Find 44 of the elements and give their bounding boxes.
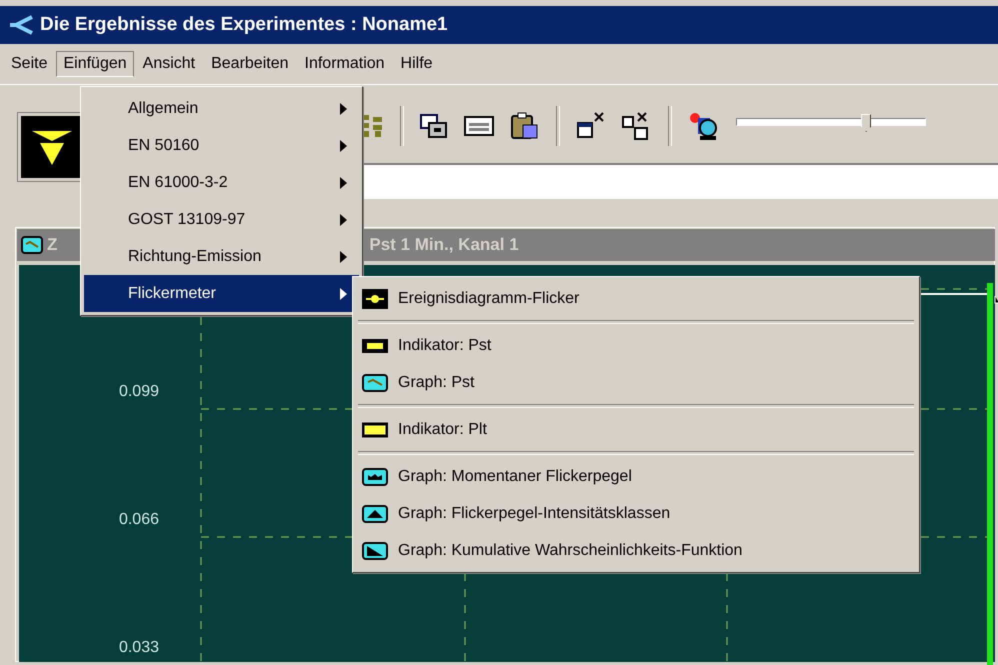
submenu-arrow-icon: [340, 214, 347, 226]
event-diagram-icon: [362, 288, 388, 308]
child-window-title: Pst 1 Min., Kanal 1: [369, 235, 519, 255]
menu-item[interactable]: Flickermeter: [84, 275, 359, 312]
window-icon[interactable]: [464, 115, 494, 137]
menu-item[interactable]: Ansicht: [136, 51, 202, 77]
menu-item[interactable]: Indikator: Pst: [356, 327, 916, 364]
menu-item[interactable]: Bearbeiten: [204, 51, 296, 77]
axis-label: 0.066: [118, 511, 159, 529]
graph-icon: [362, 504, 388, 524]
submenu-arrow-icon: [340, 140, 347, 152]
submenu-arrow-icon: [340, 288, 347, 300]
paste-icon[interactable]: [510, 111, 540, 141]
menu-item[interactable]: EN 50160: [84, 127, 359, 164]
menu-item[interactable]: Seite: [4, 51, 54, 77]
menu-item[interactable]: Hilfe: [394, 51, 440, 77]
menu-item[interactable]: Information: [298, 51, 392, 77]
windows-icon[interactable]: [420, 112, 448, 140]
app-logo-icon: [8, 14, 34, 36]
graph-icon: [362, 466, 388, 486]
indicator-icon: [362, 420, 388, 440]
graph-icon: [21, 236, 43, 254]
menu-item[interactable]: Graph: Momentaner Flickerpegel: [356, 458, 916, 495]
window-title: Die Ergebnisse des Experimentes : Noname1: [40, 14, 448, 36]
submenu-arrow-icon: [340, 102, 347, 114]
menu-item[interactable]: Allgemein: [84, 90, 359, 127]
child-window-title: Z: [47, 235, 58, 255]
submenu-arrow-icon: [340, 176, 347, 188]
menu-item[interactable]: Indikator: Plt: [356, 411, 916, 448]
submenu-arrow-icon: [340, 250, 347, 262]
menu-item[interactable]: Graph: Flickerpegel-Intensitätsklassen: [356, 495, 916, 532]
axis-label: 0.099: [118, 383, 159, 401]
menu-item[interactable]: EN 61000-3-2: [84, 164, 359, 201]
window-close-icon[interactable]: [576, 111, 606, 141]
menu-item[interactable]: Ereignisdiagramm-Flicker: [356, 280, 916, 317]
menu-item[interactable]: Einfügen: [56, 51, 134, 77]
slider-thumb[interactable]: [861, 114, 872, 132]
menu-item[interactable]: Graph: Pst: [356, 364, 916, 401]
menu-item[interactable]: GOST 13109-97: [84, 201, 359, 238]
menu-item[interactable]: Richtung-Emission: [84, 238, 359, 275]
menu-item[interactable]: Graph: Kumulative Wahrscheinlichkeits-Funktion: [356, 532, 916, 569]
axis-label: 0.033: [118, 639, 159, 657]
graph-icon: [362, 540, 388, 560]
graph-icon: [362, 372, 388, 392]
